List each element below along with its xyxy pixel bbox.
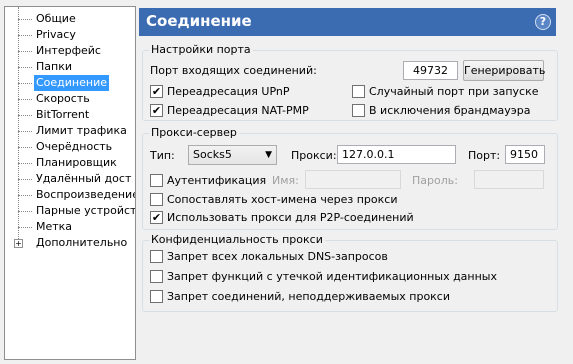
firewall-exception-label: В исключения брандмауэра bbox=[369, 104, 531, 117]
sidebar-item-label: Планировщик bbox=[36, 156, 117, 169]
disable-leaking-features-label: Запрет функций с утечкой идентификационн… bbox=[167, 270, 497, 283]
p2p-proxy-checkbox[interactable]: ✔ bbox=[150, 211, 163, 224]
proxy-port-input[interactable]: 9150 bbox=[505, 145, 545, 164]
help-icon[interactable]: ? bbox=[535, 14, 551, 30]
upnp-label: Переадресация UPnP bbox=[167, 85, 290, 98]
resolve-hostnames-checkbox[interactable] bbox=[150, 193, 163, 206]
generate-port-button[interactable]: Генерировать bbox=[463, 60, 545, 81]
sidebar-item-label: Удалённый дост bbox=[36, 172, 132, 185]
sidebar-item-bittorrent[interactable]: BitTorrent bbox=[5, 107, 135, 123]
p2p-proxy-label: Использовать прокси для P2P-соединений bbox=[167, 211, 414, 224]
sidebar-item-speed[interactable]: Скорость bbox=[5, 91, 135, 107]
proxy-port-label: Порт: bbox=[468, 149, 501, 162]
upnp-checkbox[interactable]: ✔ bbox=[150, 85, 163, 98]
firewall-exception-checkbox[interactable] bbox=[352, 104, 365, 117]
page-title: Соединение bbox=[146, 12, 252, 30]
chevron-down-icon: ▼ bbox=[265, 150, 272, 160]
sidebar-item-general[interactable]: Общие bbox=[5, 11, 135, 27]
sidebar-item-label: Соединение bbox=[34, 75, 110, 91]
disable-local-dns-label: Запрет всех локальных DNS-запросов bbox=[167, 250, 388, 263]
sidebar-item-label: Дополнительно bbox=[36, 236, 128, 249]
random-port-checkbox[interactable] bbox=[352, 85, 365, 98]
sidebar-item-traffic-limit[interactable]: Лимит трафика bbox=[5, 123, 135, 139]
disable-unsupported-connections-label: Запрет соединений, неподдерживаемых прок… bbox=[167, 290, 451, 303]
password-label: Пароль: bbox=[412, 174, 458, 187]
random-port-label: Случайный порт при запуске bbox=[369, 85, 539, 98]
group-title: Конфиденциальность прокси bbox=[149, 233, 325, 246]
incoming-port-input[interactable]: 49732 bbox=[403, 61, 458, 80]
settings-tree: Общие Privacy Интерфейс Папки Соединение… bbox=[4, 6, 136, 360]
sidebar-item-label-settings[interactable]: Метка bbox=[5, 219, 135, 235]
natpmp-checkbox[interactable]: ✔ bbox=[150, 104, 163, 117]
proxy-host-input[interactable]: 127.0.0.1 bbox=[337, 145, 456, 164]
group-title: Настройки порта bbox=[149, 43, 253, 56]
group-title: Прокси-сервер bbox=[149, 126, 239, 139]
sidebar-item-label: Очерёдность bbox=[36, 140, 113, 153]
sidebar-item-label: Папки bbox=[36, 60, 72, 73]
sidebar-item-label: Privacy bbox=[36, 28, 76, 41]
disable-leaking-features-checkbox[interactable] bbox=[150, 270, 163, 283]
authentication-checkbox[interactable] bbox=[150, 174, 163, 187]
sidebar-item-paired-devices[interactable]: Парные устройст bbox=[5, 203, 135, 219]
disable-local-dns-checkbox[interactable] bbox=[150, 250, 163, 263]
sidebar-item-label: BitTorrent bbox=[36, 108, 90, 121]
proxy-host-label: Прокси: bbox=[291, 149, 337, 162]
sidebar-item-label: Метка bbox=[36, 220, 73, 233]
sidebar-item-label: Лимит трафика bbox=[36, 124, 127, 137]
proxy-type-select[interactable]: Socks5 ▼ bbox=[188, 145, 277, 165]
incoming-port-label: Порт входящих соединений: bbox=[150, 64, 317, 77]
expand-plus-icon[interactable]: + bbox=[14, 239, 23, 248]
sidebar-item-label: Воспроизведение bbox=[36, 188, 136, 201]
sidebar-item-queueing[interactable]: Очерёдность bbox=[5, 139, 135, 155]
page-header: Соединение ? bbox=[139, 8, 556, 36]
sidebar-item-connection[interactable]: Соединение bbox=[5, 75, 135, 91]
sidebar-item-label: Скорость bbox=[36, 92, 90, 105]
disable-unsupported-connections-checkbox[interactable] bbox=[150, 290, 163, 303]
username-label: Имя: bbox=[272, 174, 299, 187]
sidebar-item-playback[interactable]: Воспроизведение bbox=[5, 187, 135, 203]
sidebar-item-label: Интерфейс bbox=[36, 44, 101, 57]
sidebar-item-advanced[interactable]: + Дополнительно bbox=[5, 235, 135, 251]
password-input[interactable] bbox=[474, 170, 544, 189]
sidebar-item-remote[interactable]: Удалённый дост bbox=[5, 171, 135, 187]
sidebar-item-privacy[interactable]: Privacy bbox=[5, 27, 135, 43]
username-input[interactable] bbox=[305, 170, 401, 189]
sidebar-item-interface[interactable]: Интерфейс bbox=[5, 43, 135, 59]
authentication-label: Аутентификация bbox=[167, 174, 267, 187]
sidebar-item-label: Общие bbox=[36, 12, 76, 25]
proxy-type-value: Socks5 bbox=[193, 148, 232, 161]
proxy-type-label: Тип: bbox=[150, 149, 175, 162]
sidebar-item-scheduler[interactable]: Планировщик bbox=[5, 155, 135, 171]
resolve-hostnames-label: Сопоставлять хост-имена через прокси bbox=[167, 193, 398, 206]
sidebar-item-folders[interactable]: Папки bbox=[5, 59, 135, 75]
sidebar-item-label: Парные устройст bbox=[36, 204, 136, 217]
natpmp-label: Переадресация NAT-PMP bbox=[167, 104, 309, 117]
